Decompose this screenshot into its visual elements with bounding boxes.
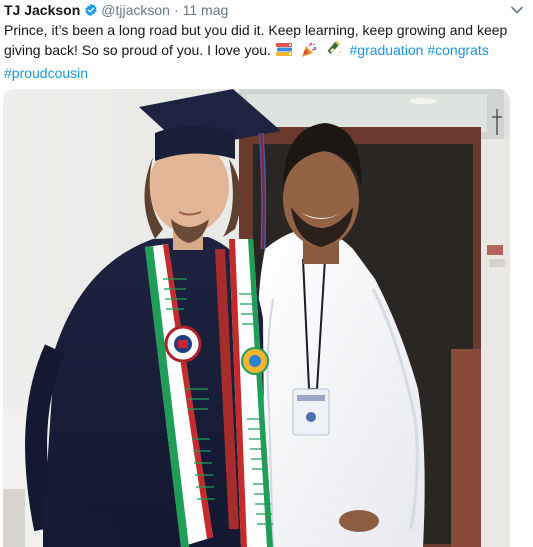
- party-popper-emoji-icon: [300, 41, 318, 63]
- hashtag-link[interactable]: #congrats: [427, 42, 488, 58]
- tweet-text: Prince, it’s been a long road but you di…: [4, 20, 524, 83]
- hashtag-link[interactable]: #proudcousin: [4, 65, 88, 81]
- books-emoji-icon: [275, 41, 293, 63]
- chevron-down-icon[interactable]: [509, 2, 525, 18]
- hashtag-link[interactable]: #graduation: [350, 42, 424, 58]
- tweet-timestamp[interactable]: 11 mag: [183, 2, 229, 18]
- author-handle[interactable]: @tjjackson: [101, 2, 170, 18]
- author-name[interactable]: TJ Jackson: [4, 2, 80, 18]
- verified-badge-icon: [84, 3, 98, 17]
- champagne-emoji-icon: [325, 40, 343, 63]
- tweet-photo[interactable]: [3, 89, 510, 547]
- header-separator: ·: [173, 2, 179, 18]
- tweet-header: TJ Jackson @tjjackson · 11 mag: [4, 0, 529, 20]
